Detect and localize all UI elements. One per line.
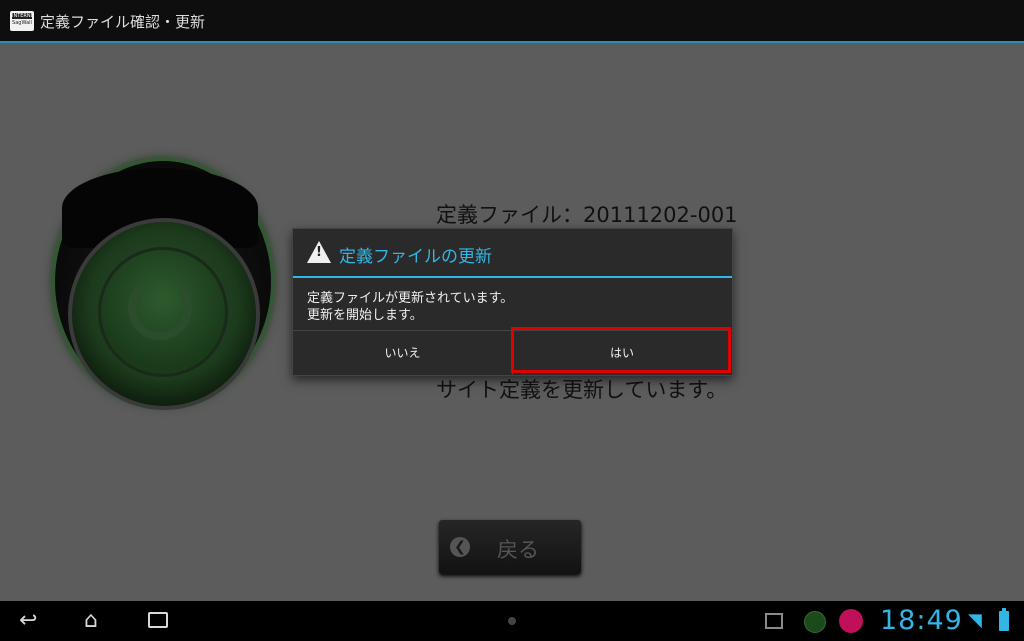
dialog-message-line2: 更新を開始します。	[307, 308, 423, 323]
refresh-arrow-icon	[128, 276, 192, 340]
wifi-icon: ◥	[968, 610, 982, 631]
dialog-title: 定義ファイルの更新	[339, 247, 492, 267]
battery-icon	[999, 608, 1009, 631]
warning-mark: !	[316, 245, 322, 260]
clock[interactable]: 18:49	[880, 605, 963, 636]
app-logo: INTERNET SagWall	[10, 11, 34, 31]
dialog-header: ! 定義ファイルの更新	[293, 229, 732, 278]
system-bar: ↩ ⌂ 18:49 ◥	[0, 601, 1024, 641]
app-logo-bottom: SagWall	[12, 20, 32, 26]
gallery-notification-icon[interactable]	[765, 613, 783, 629]
app-notification-icon-2[interactable]	[839, 609, 863, 633]
update-status-text: サイト定義を更新しています。	[436, 378, 728, 402]
nav-recent-apps-icon[interactable]	[148, 612, 168, 628]
app-logo-top: INTERNET	[12, 13, 34, 19]
app-notification-icon[interactable]	[804, 611, 826, 633]
nav-dot-icon	[508, 617, 516, 625]
no-button[interactable]: いいえ	[293, 331, 513, 376]
back-button[interactable]: ❮ 戻る	[439, 520, 581, 574]
nav-back-icon[interactable]: ↩	[19, 609, 37, 633]
dialog-message-line1: 定義ファイルが更新されています。	[307, 291, 514, 306]
dialog-message: 定義ファイルが更新されています。 更新を開始します。	[307, 290, 513, 324]
back-button-label: 戻る	[497, 538, 539, 562]
back-arrow-icon: ❮	[450, 537, 470, 557]
yes-button-highlight	[511, 327, 731, 373]
nav-home-icon[interactable]: ⌂	[84, 609, 98, 633]
definition-file-version: 定義ファイル：20111202-001	[436, 203, 738, 227]
app-title: 定義ファイル確認・更新	[40, 13, 206, 31]
action-bar: INTERNET SagWall 定義ファイル確認・更新	[0, 0, 1024, 43]
